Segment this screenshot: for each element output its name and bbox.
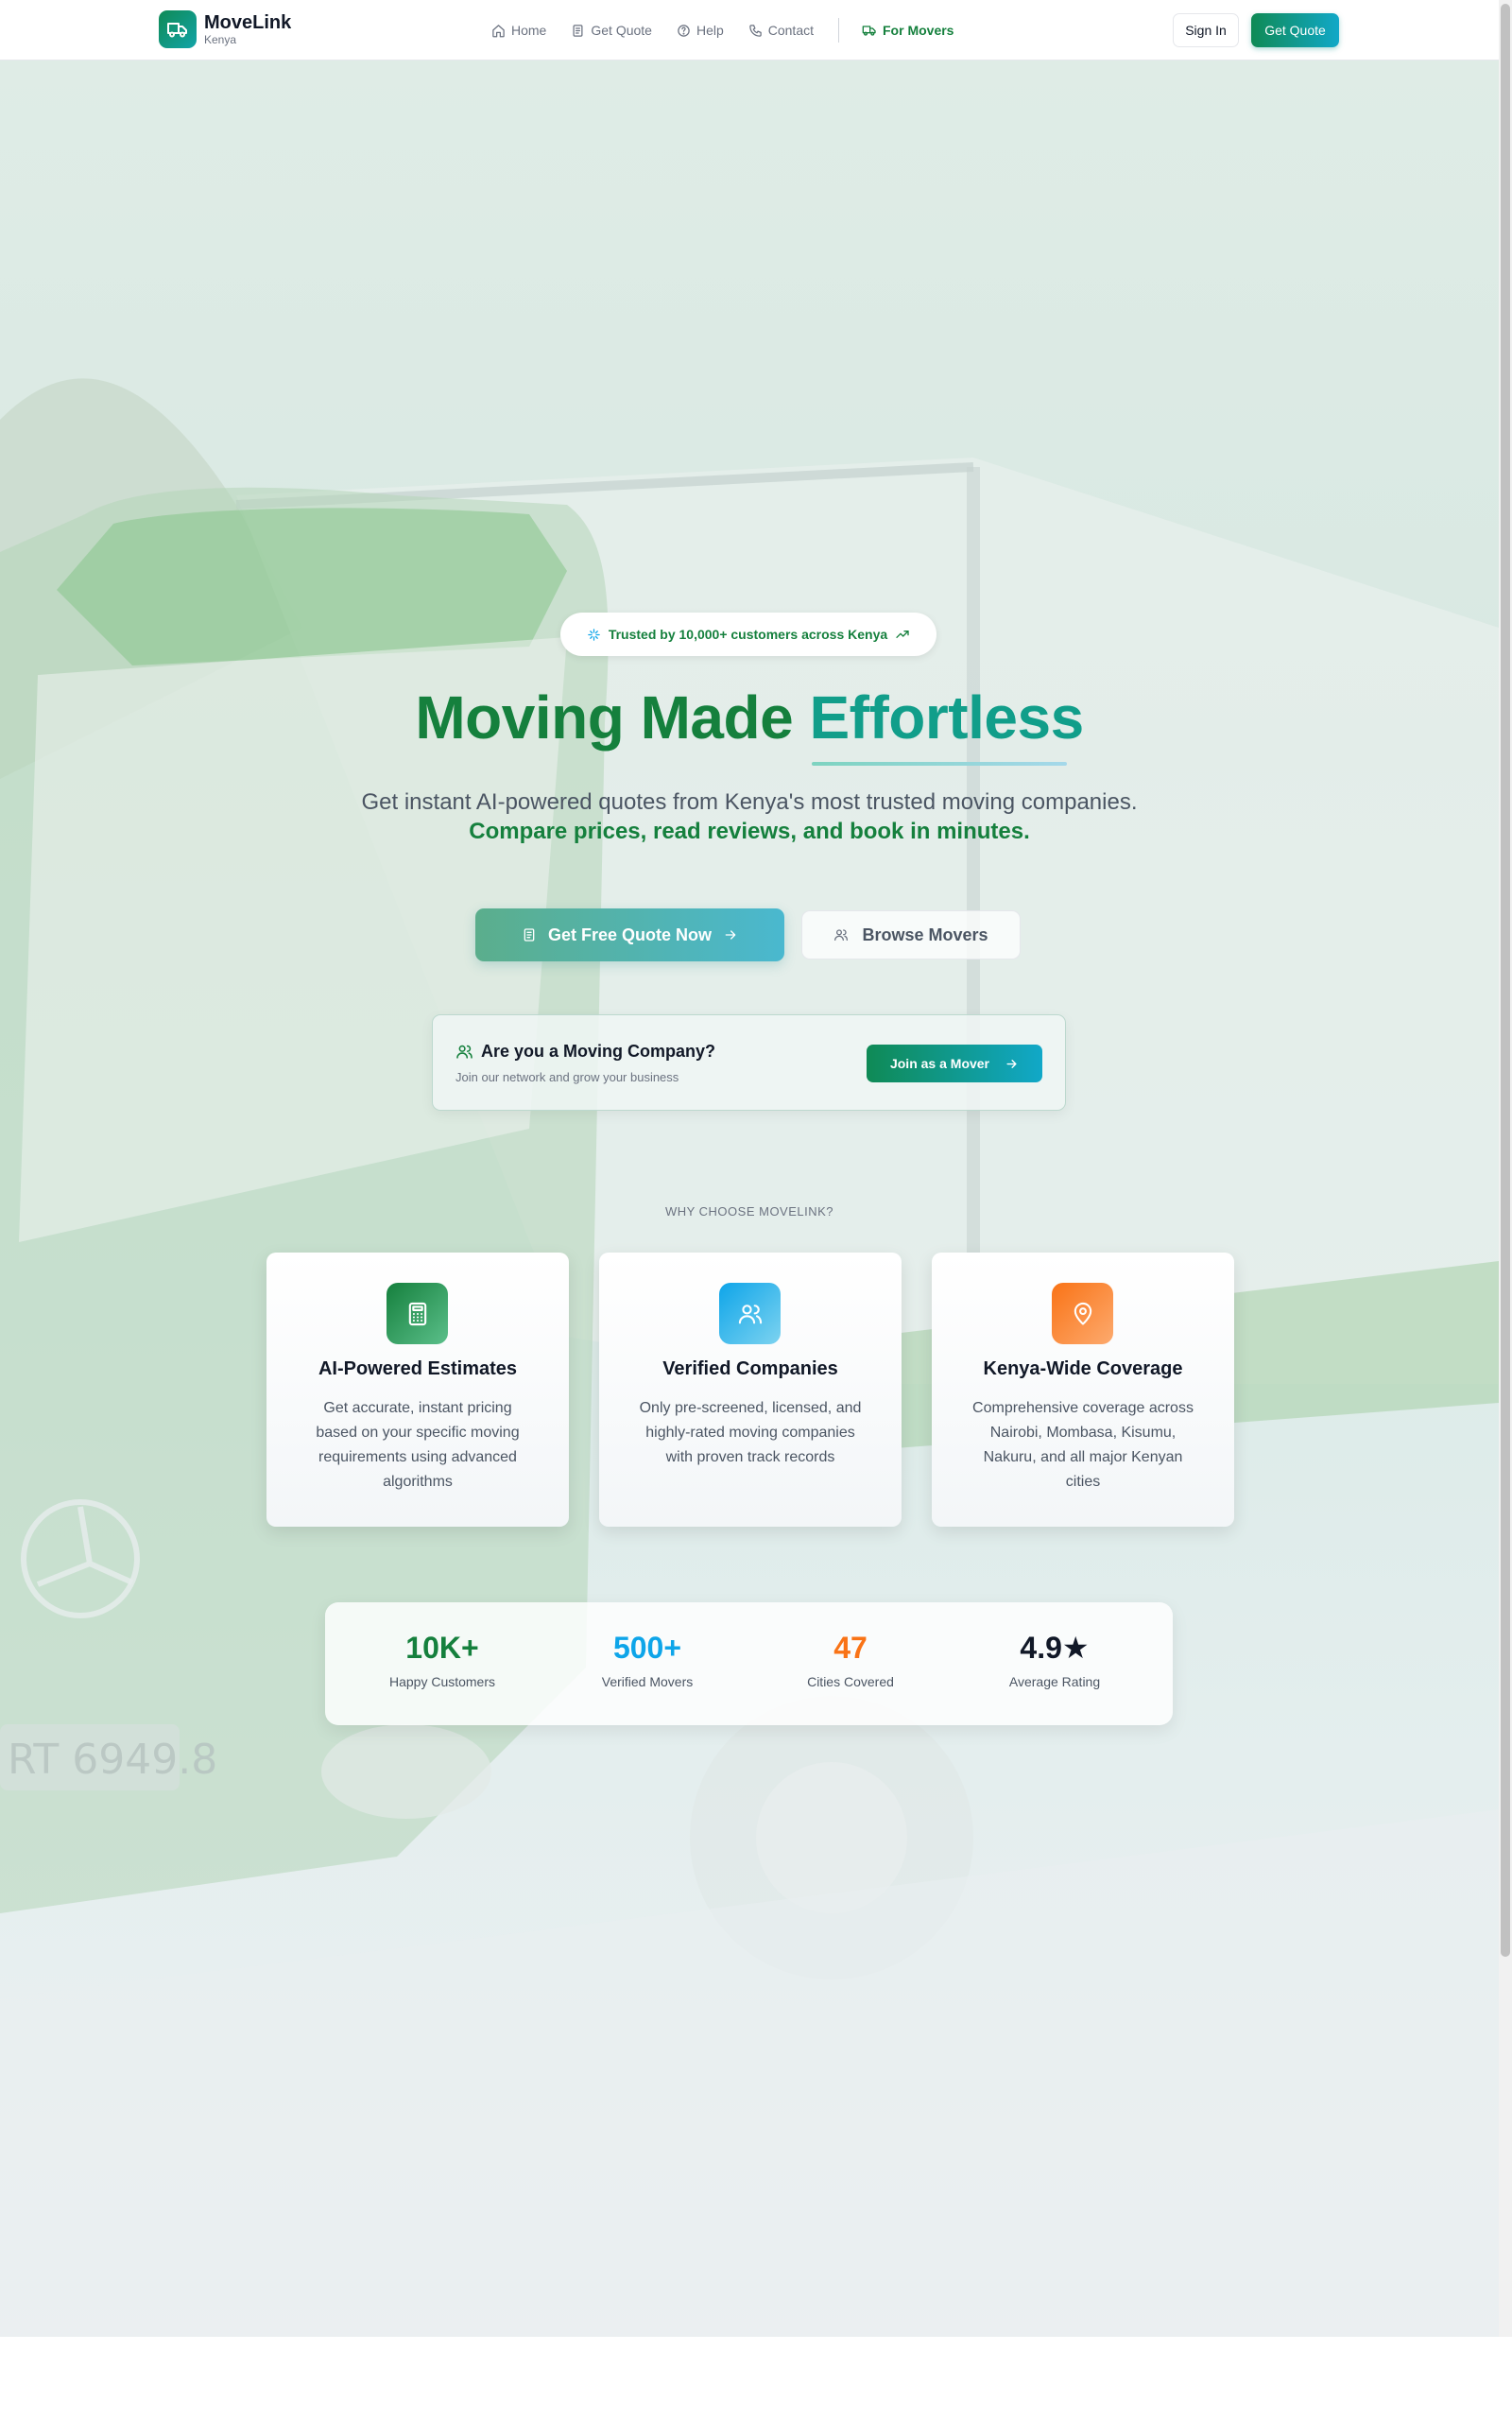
hero-background-truck-image: RT 6949.8 <box>0 378 1499 2337</box>
get-free-quote-label: Get Free Quote Now <box>547 925 713 944</box>
feature-description: Get accurate, instant pricing based on y… <box>316 1400 520 1490</box>
join-as-mover-label: Join as a Mover <box>889 1056 990 1071</box>
nav-home[interactable]: Home <box>491 23 546 38</box>
mover-card-title: Are you a Moving Company? <box>455 1042 715 1062</box>
stats-panel: 10K+ Happy Customers 500+ Verified Mover… <box>325 1602 1173 1725</box>
get-free-quote-button[interactable]: Get Free Quote Now <box>475 908 784 961</box>
logo[interactable]: MoveLink Kenya <box>159 10 291 48</box>
mover-card-subtitle: Join our network and grow your business <box>455 1070 679 1084</box>
stat-label: Average Rating <box>1008 1674 1101 1689</box>
svg-text:RT 6949.8: RT 6949.8 <box>8 1736 217 1784</box>
users-icon <box>719 1283 781 1344</box>
stat-value: 10K+ <box>405 1631 479 1665</box>
nav-get-quote[interactable]: Get Quote <box>571 23 652 38</box>
stat-value: 4.9★ <box>1020 1631 1090 1665</box>
document-icon <box>524 928 535 942</box>
feature-card-ai-estimates: AI-Powered Estimates Get accurate, insta… <box>266 1253 569 1527</box>
sign-in-button[interactable]: Sign In <box>1173 13 1239 47</box>
trending-up-icon <box>896 631 909 638</box>
stat-verified-movers: 500+ Verified Movers <box>553 1631 742 1689</box>
stat-average-rating: 4.9★ Average Rating <box>960 1631 1149 1689</box>
nav-get-quote-label: Get Quote <box>591 23 652 38</box>
hero-title-highlight: Effortless <box>809 683 1084 752</box>
stat-label: Cities Covered <box>807 1674 894 1689</box>
phone-icon <box>749 24 762 37</box>
nav-for-movers-label: For Movers <box>883 23 954 38</box>
why-choose-heading: WHY CHOOSE MOVELINK? <box>664 1204 834 1219</box>
stat-happy-customers: 10K+ Happy Customers <box>348 1631 537 1689</box>
feature-title: Kenya-Wide Coverage <box>983 1358 1183 1379</box>
stat-value: 47 <box>833 1631 868 1665</box>
nav-help[interactable]: Help <box>677 23 724 38</box>
arrow-right-icon <box>1006 1059 1017 1068</box>
nav-for-movers[interactable]: For Movers <box>862 23 954 38</box>
browse-movers-label: Browse Movers <box>862 925 988 944</box>
stat-label: Verified Movers <box>601 1674 694 1689</box>
title-underline <box>812 762 1067 766</box>
nav-contact[interactable]: Contact <box>748 23 814 38</box>
document-icon <box>573 24 583 37</box>
users-icon <box>456 1045 472 1059</box>
trust-badge: Trusted by 10,000+ customers across Keny… <box>560 613 936 656</box>
logo-name: MoveLink <box>204 12 292 33</box>
users-icon <box>834 929 849 941</box>
trust-badge-text: Trusted by 10,000+ customers across Keny… <box>608 627 888 642</box>
feature-card-kenya-coverage: Kenya-Wide Coverage Comprehensive covera… <box>932 1253 1234 1527</box>
nav-help-label: Help <box>696 23 724 38</box>
nav-home-label: Home <box>511 23 547 38</box>
calculator-icon <box>387 1283 448 1344</box>
hero-subtitle: Get instant AI-powered quotes from Kenya… <box>361 789 1138 815</box>
feature-title: Verified Companies <box>662 1358 838 1379</box>
mover-signup-card: Are you a Moving Company? Join our netwo… <box>432 1014 1066 1111</box>
home-icon <box>492 24 505 37</box>
join-as-mover-button[interactable]: Join as a Mover <box>867 1045 1042 1082</box>
hero-title-part1: Moving Made <box>415 683 810 752</box>
hero-section: RT 6949.8 Trusted by 10,000+ customers a… <box>0 60 1499 2337</box>
get-quote-button[interactable]: Get Quote <box>1251 13 1339 47</box>
stat-cities-covered: 47 Cities Covered <box>756 1631 945 1689</box>
map-pin-icon <box>1052 1283 1113 1344</box>
scrollbar-thumb[interactable] <box>1501 4 1510 1957</box>
feature-card-verified-companies: Verified Companies Only pre-screened, li… <box>599 1253 902 1527</box>
feature-description: Only pre-screened, licensed, and highly-… <box>639 1400 862 1465</box>
stat-value: 500+ <box>612 1631 682 1665</box>
nav-contact-label: Contact <box>767 23 814 38</box>
arrow-right-icon <box>725 930 736 940</box>
truck-logo-icon <box>159 10 197 48</box>
truck-icon <box>862 26 876 36</box>
sparkle-icon <box>588 628 600 641</box>
mover-card-title-text: Are you a Moving Company? <box>481 1042 716 1061</box>
feature-description: Comprehensive coverage across Nairobi, M… <box>972 1400 1194 1490</box>
stat-label: Happy Customers <box>388 1674 496 1689</box>
logo-subtitle: Kenya <box>204 33 237 46</box>
hero-subtitle-highlight: Compare prices, read reviews, and book i… <box>469 819 1030 844</box>
help-circle-icon <box>678 24 690 37</box>
site-header: MoveLink Kenya Home Get Quote Help Conta… <box>0 0 1499 60</box>
nav-divider <box>838 18 839 43</box>
main-nav: Home Get Quote Help Contact For Movers <box>491 0 978 60</box>
hero-title: Moving Made Effortless <box>0 683 1499 752</box>
browse-movers-button[interactable]: Browse Movers <box>801 910 1021 959</box>
feature-title: AI-Powered Estimates <box>318 1358 518 1379</box>
